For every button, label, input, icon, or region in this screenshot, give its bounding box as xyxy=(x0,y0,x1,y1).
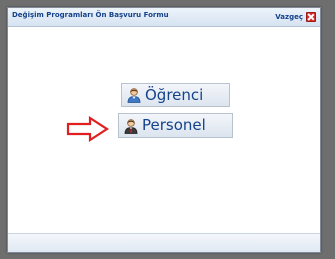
student-user-icon xyxy=(127,88,141,103)
right-arrow-icon xyxy=(66,116,110,142)
student-label: Öğrenci xyxy=(145,85,204,104)
close-icon xyxy=(306,12,316,22)
application-form-dialog: Değişim Programları Ön Başvuru Formu Vaz… xyxy=(7,7,321,253)
staff-user-icon xyxy=(124,118,138,134)
cancel-label: Vazgeç xyxy=(275,13,303,21)
dialog-title: Değişim Programları Ön Başvuru Formu xyxy=(12,11,169,19)
dialog-titlebar: Değişim Programları Ön Başvuru Formu Vaz… xyxy=(8,8,320,27)
staff-label: Personel xyxy=(142,116,206,134)
cancel-button[interactable]: Vazgeç xyxy=(275,11,316,23)
staff-button[interactable]: Personel xyxy=(118,113,233,138)
dialog-body xyxy=(8,27,320,252)
dialog-footer xyxy=(8,233,320,252)
student-button[interactable]: Öğrenci xyxy=(121,83,230,107)
